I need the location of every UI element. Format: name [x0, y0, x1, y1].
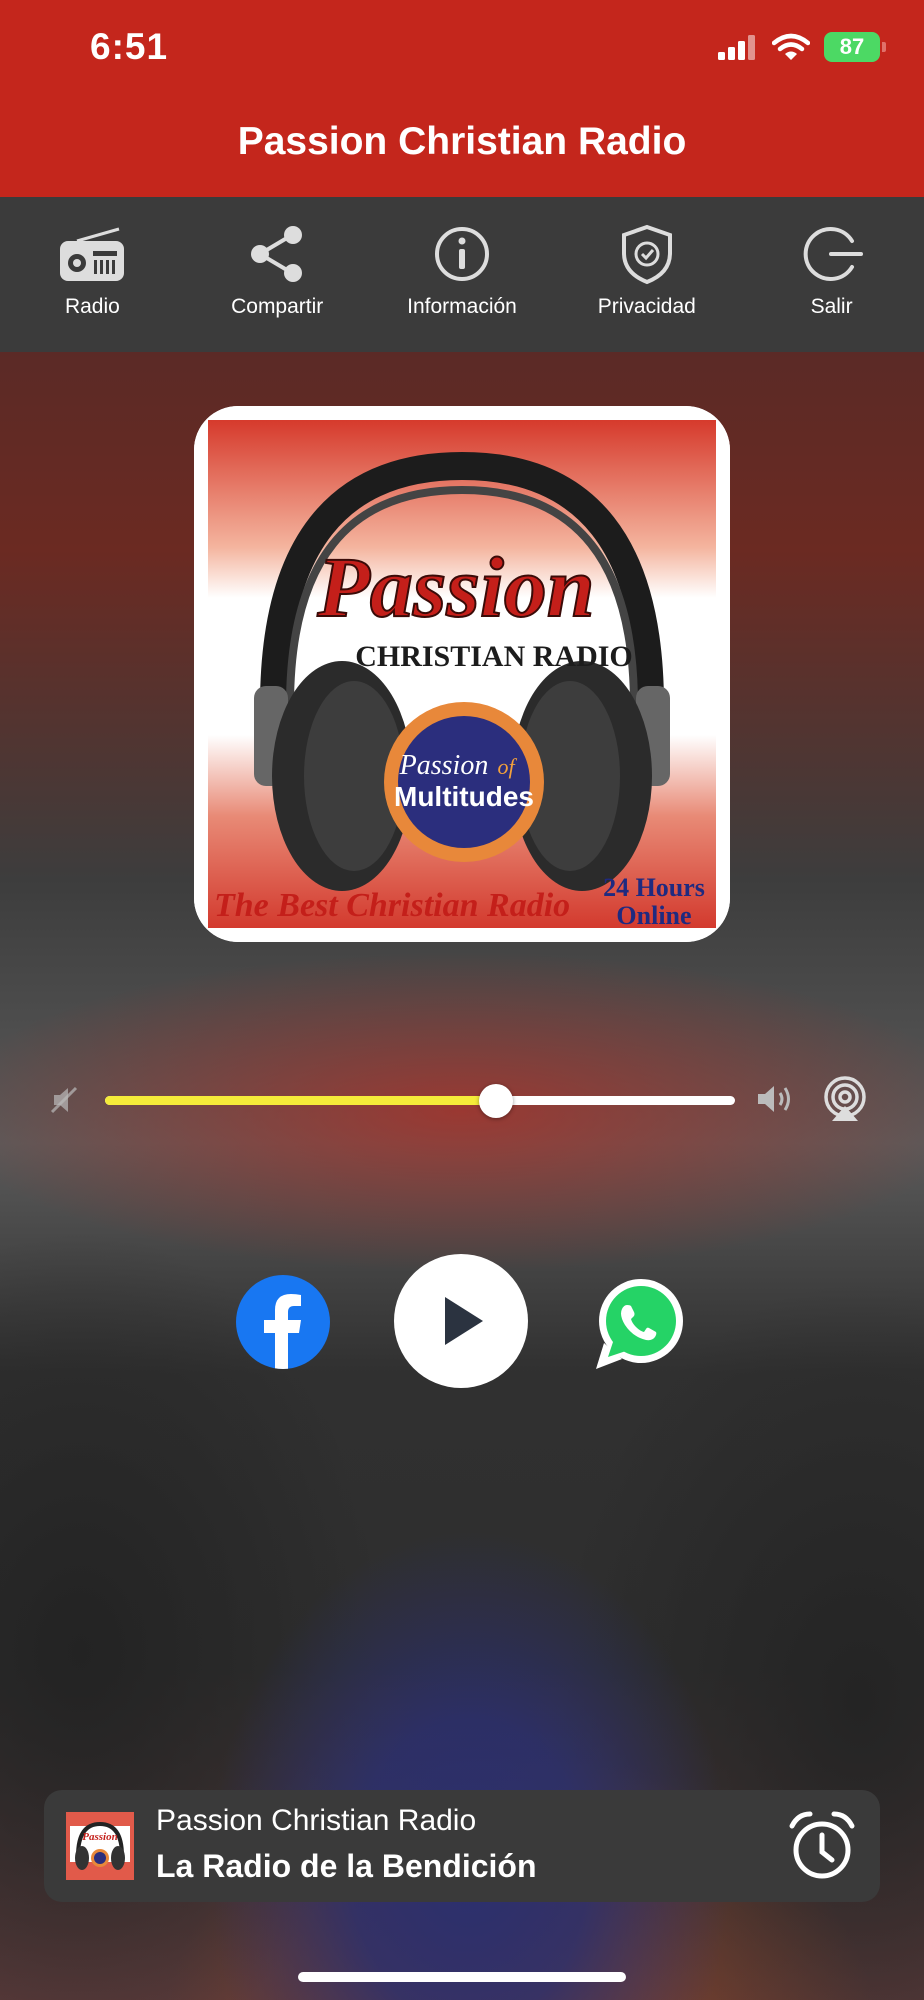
toolbar-label: Salir [810, 295, 853, 318]
facebook-button[interactable] [236, 1275, 330, 1369]
album-subtitle-text: CHRISTIAN RADIO [355, 640, 633, 673]
toolbar-item-compartir[interactable]: Compartir [185, 197, 370, 352]
battery-indicator: 87 [824, 32, 886, 62]
toolbar-item-privacidad[interactable]: Privacidad [554, 197, 739, 352]
volume-slider-thumb[interactable] [478, 1084, 513, 1118]
shield-check-icon [621, 224, 672, 285]
volume-up-icon[interactable] [756, 1082, 796, 1116]
power-icon [803, 227, 863, 281]
home-indicator [298, 1972, 626, 1982]
toolbar-item-radio[interactable]: Radio [0, 197, 185, 352]
album-artwork: Passion CHRISTIAN RADIO Passion of Multi… [194, 406, 730, 942]
badge-of-text: of [497, 754, 517, 779]
toolbar-label: Radio [64, 295, 120, 318]
now-playing-bar[interactable]: Passion Passion Christian Radio La Radio… [44, 1790, 880, 1902]
now-playing-station: Passion Christian Radio [156, 1804, 477, 1837]
radio-icon [60, 227, 125, 281]
badge-multitudes-text: Multitudes [394, 781, 534, 812]
toolbar-item-informacion[interactable]: Información [370, 197, 555, 352]
volume-mute-icon[interactable] [50, 1084, 80, 1116]
whatsapp-button[interactable] [592, 1275, 688, 1371]
toolbar-label: Información [407, 295, 517, 318]
thumbnail-title-text: Passion [82, 1831, 117, 1843]
album-hours-text: 24 Hours [603, 873, 705, 902]
badge-passion-text: Passion [399, 750, 489, 781]
now-playing-track: La Radio de la Bendición [156, 1848, 537, 1884]
status-time: 6:51 [90, 26, 169, 67]
app-header: 6:51 87 Passion Christian Radio [0, 0, 924, 197]
play-icon [445, 1297, 483, 1345]
whatsapp-icon [596, 1279, 683, 1369]
now-playing-thumbnail: Passion [66, 1812, 134, 1880]
volume-slider-fill [105, 1096, 496, 1105]
album-slogan-text: The Best Christian Radio [214, 887, 570, 924]
volume-controls [0, 1070, 924, 1130]
info-icon [434, 227, 489, 281]
facebook-icon [264, 1294, 301, 1369]
alarm-clock-icon[interactable] [786, 1808, 858, 1884]
toolbar-item-salir[interactable]: Salir [739, 197, 924, 352]
battery-level: 87 [839, 34, 865, 59]
album-title-text: Passion [316, 539, 594, 635]
play-button[interactable] [394, 1254, 528, 1388]
top-toolbar: Radio Compartir Información Privacidad S… [0, 197, 924, 352]
cellular-signal-icon [718, 35, 755, 60]
share-icon [251, 226, 303, 282]
page-title: Passion Christian Radio [237, 120, 687, 163]
wifi-icon [772, 33, 810, 60]
app-root: 6:51 87 Passion Christian Radio Radio Co… [0, 0, 924, 2000]
album-online-text: Online [616, 901, 691, 930]
airplay-icon[interactable] [822, 1076, 868, 1122]
toolbar-label: Compartir [231, 295, 324, 318]
toolbar-label: Privacidad [597, 295, 696, 318]
volume-slider[interactable] [105, 1084, 735, 1118]
status-icons: 87 [718, 32, 886, 62]
